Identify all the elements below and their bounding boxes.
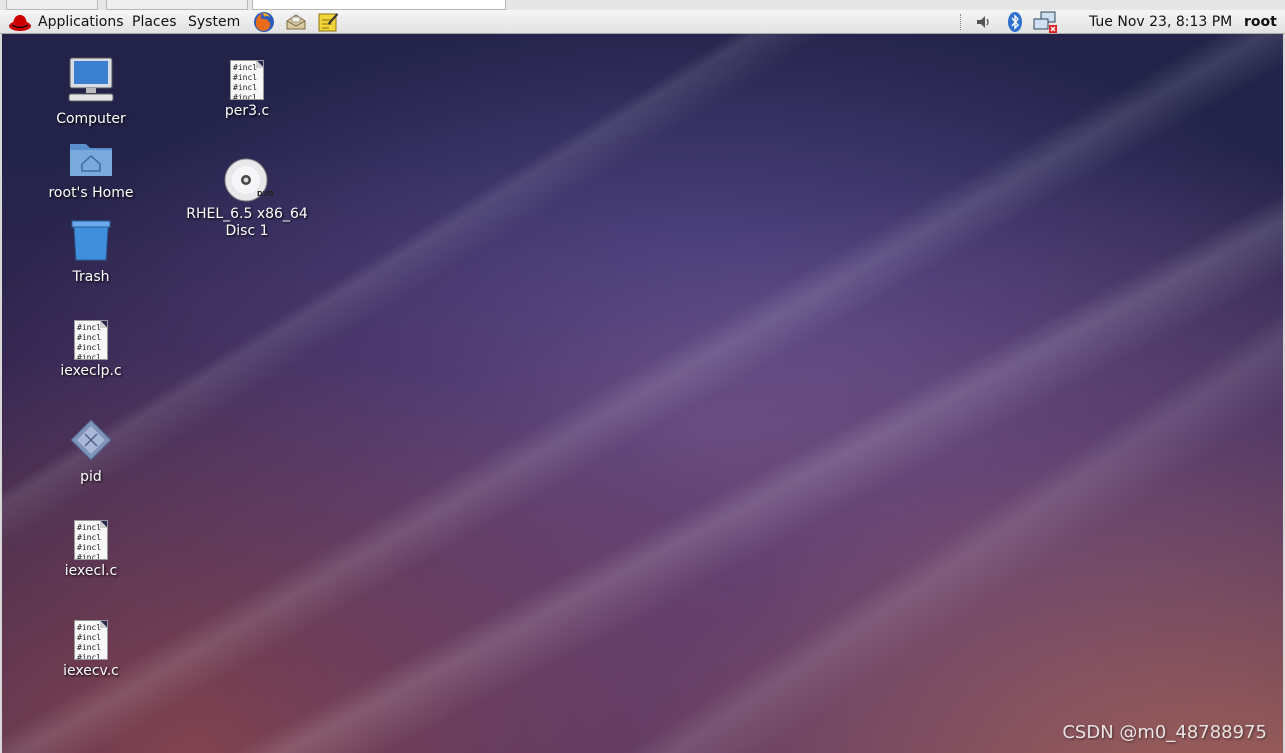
- c-source-file-icon: #incl #incl #incl #incl: [74, 620, 108, 660]
- desktop-icon-per3[interactable]: #incl #incl #incl #incl per3.c: [192, 60, 302, 120]
- desktop-icon-label: pid: [80, 469, 102, 485]
- firefox-icon[interactable]: [253, 11, 275, 33]
- computer-icon: [36, 56, 146, 109]
- menu-applications[interactable]: Applications: [38, 12, 124, 32]
- desktop-icon-label: Computer: [56, 111, 126, 127]
- desktop-icon-label: Trash: [72, 269, 110, 285]
- bluetooth-icon[interactable]: [1004, 11, 1026, 33]
- c-source-file-icon: #incl #incl #incl #incl: [74, 320, 108, 360]
- desktop-icon-iexeclp[interactable]: #incl #incl #incl #incl iexeclp.c: [36, 320, 146, 380]
- desktop-icon-computer[interactable]: Computer: [36, 56, 146, 128]
- notes-icon[interactable]: [317, 11, 339, 33]
- desktop[interactable]: Computer root's Home Trash #incl #incl #…: [2, 34, 1283, 753]
- desktop-icon-iexecl[interactable]: #incl #incl #incl #incl iexecl.c: [36, 520, 146, 580]
- desktop-icon-home[interactable]: root's Home: [36, 138, 146, 202]
- host-tab[interactable]: [6, 0, 98, 10]
- desktop-icon-dvd[interactable]: DVD RHEL_6.5 x86_64 Disc 1: [182, 158, 312, 240]
- user-name[interactable]: root: [1244, 12, 1277, 32]
- host-tab-active[interactable]: [252, 0, 506, 10]
- trash-icon: [36, 218, 146, 267]
- executable-icon: [36, 418, 146, 467]
- host-tab[interactable]: [106, 0, 248, 10]
- desktop-icon-trash[interactable]: Trash: [36, 218, 146, 286]
- desktop-icon-label: per3.c: [224, 103, 270, 119]
- desktop-icon-label: root's Home: [48, 185, 134, 201]
- desktop-icon-iexecv[interactable]: #incl #incl #incl #incl iexecv.c: [36, 620, 146, 680]
- home-folder-icon: [36, 138, 146, 183]
- clock[interactable]: Tue Nov 23, 8:13 PM: [1089, 12, 1232, 32]
- c-source-file-icon: #incl #incl #incl #incl: [74, 520, 108, 560]
- top-panel: Applications Places System Tue Nov 23, 8…: [0, 10, 1285, 34]
- c-source-file-icon: #incl #incl #incl #incl: [230, 60, 264, 100]
- panel-separator: [960, 14, 963, 30]
- volume-icon[interactable]: [973, 11, 995, 33]
- desktop-icon-label: Disc 1: [225, 223, 269, 239]
- desktop-icon-label: iexeclp.c: [60, 363, 122, 379]
- dvd-disc-icon: DVD: [224, 158, 274, 204]
- desktop-icon-label: iexecv.c: [63, 663, 119, 679]
- network-disconnected-icon[interactable]: [1033, 11, 1059, 33]
- menu-system[interactable]: System: [188, 12, 240, 32]
- dvd-badge: DVD: [256, 190, 274, 198]
- mail-icon[interactable]: [285, 11, 307, 33]
- menu-places[interactable]: Places: [132, 12, 177, 32]
- desktop-icon-label: RHEL_6.5 x86_64: [186, 206, 308, 222]
- watermark: CSDN @m0_48788975: [1062, 722, 1267, 743]
- desktop-icon-pid[interactable]: pid: [36, 418, 146, 486]
- desktop-icon-label: iexecl.c: [64, 563, 118, 579]
